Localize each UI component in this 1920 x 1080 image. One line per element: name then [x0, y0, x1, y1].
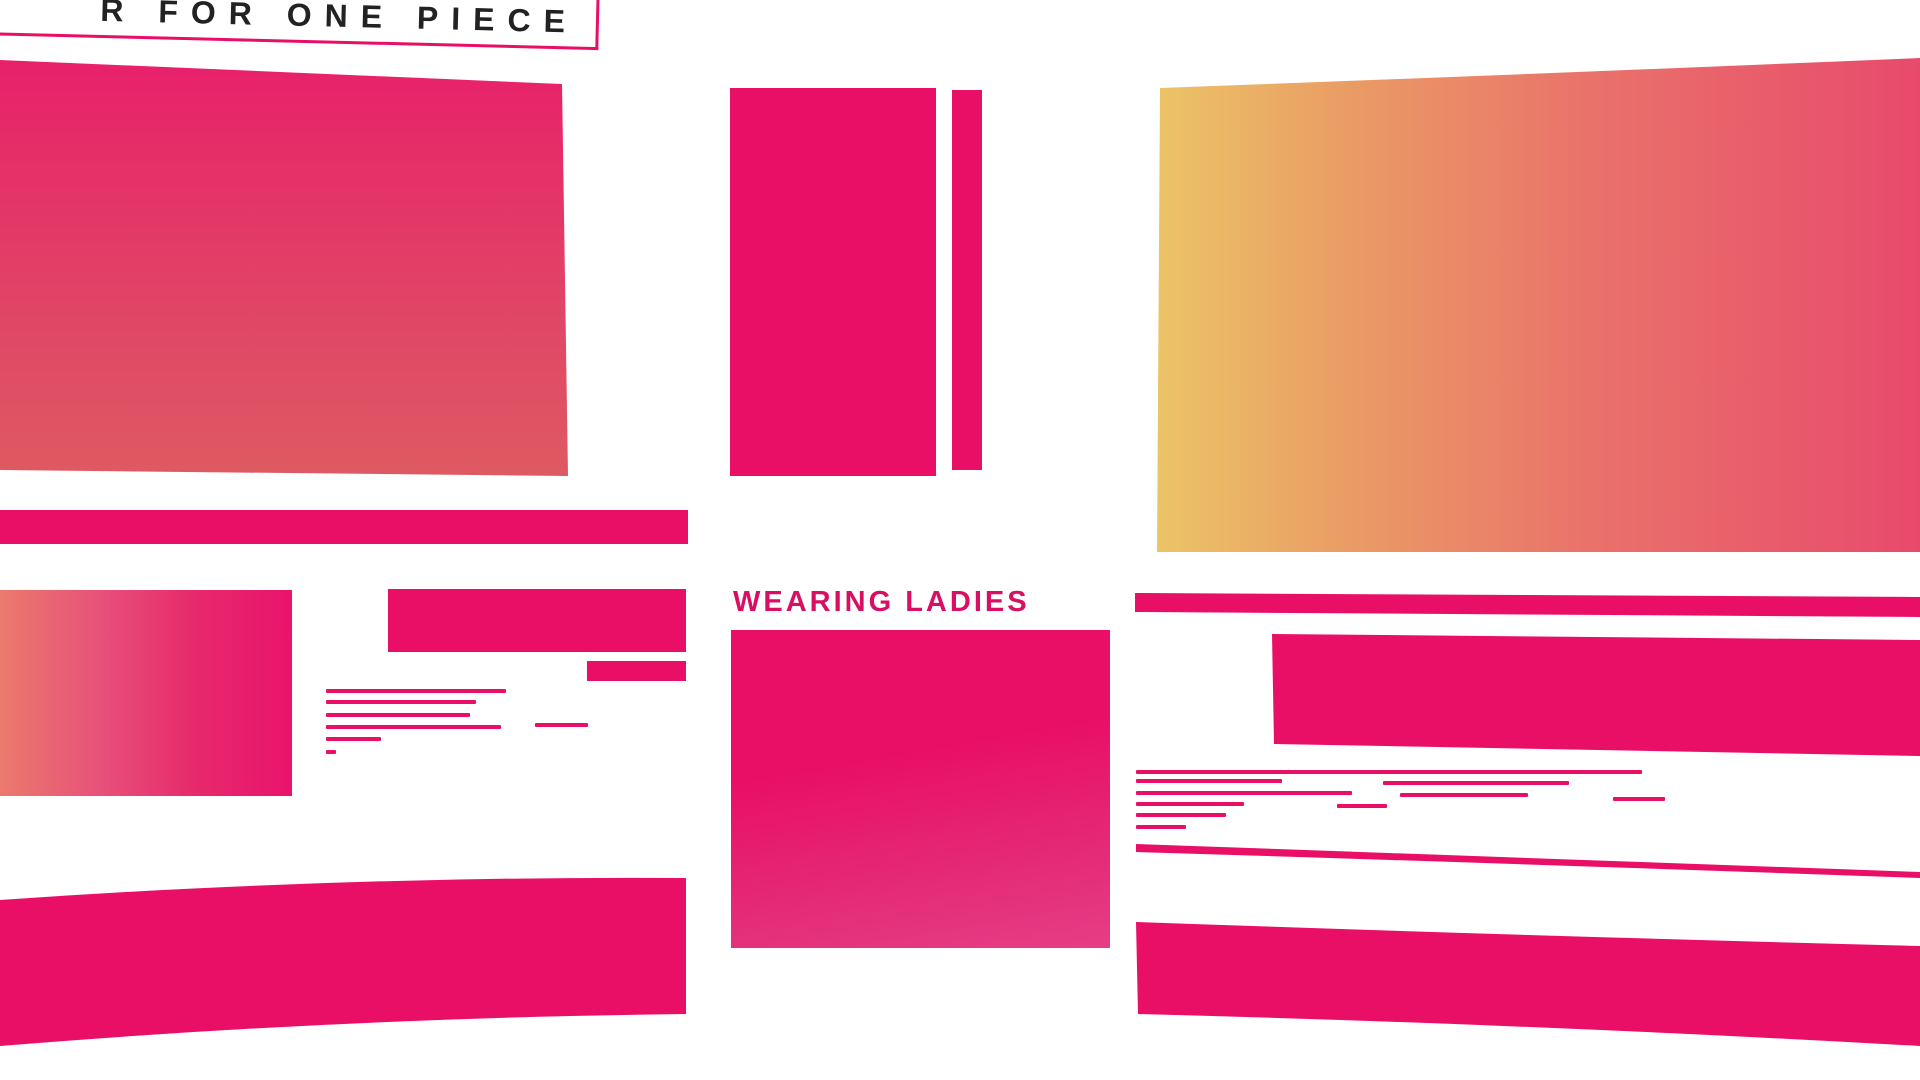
left-text-line	[326, 689, 506, 693]
left-title-block	[388, 589, 686, 652]
center-square-image	[731, 630, 1110, 948]
left-text-line	[326, 737, 381, 741]
left-text-line	[535, 723, 588, 727]
right-divider-line	[1136, 844, 1920, 878]
right-text-line	[1136, 825, 1186, 829]
left-text-line	[326, 725, 501, 729]
right-text-line	[1383, 781, 1569, 785]
bottom-right-bar	[1136, 922, 1920, 1046]
top-right-image-block	[1157, 58, 1920, 552]
section-heading: WEARING LADIES	[733, 586, 1030, 618]
bottom-left-bar	[0, 877, 686, 1046]
right-text-line	[1400, 793, 1528, 797]
right-top-thin-bar	[1135, 593, 1920, 617]
right-text-line	[1613, 797, 1665, 801]
left-horizontal-bar	[0, 510, 688, 544]
right-text-line	[1136, 770, 1642, 774]
right-text-line	[1136, 813, 1226, 817]
left-text-line	[326, 713, 470, 717]
center-narrow-strip	[952, 90, 982, 470]
left-small-tag	[587, 661, 686, 681]
top-left-image-block	[0, 60, 568, 476]
banner-text: R FOR ONE PIECE	[99, 0, 579, 40]
top-banner: R FOR ONE PIECE	[0, 0, 600, 51]
left-image-block	[0, 590, 292, 796]
collage-layout: R FOR ONE PIECE WEARING LADIES	[0, 0, 1920, 1080]
left-text-line	[326, 700, 476, 704]
right-text-line	[1136, 779, 1282, 783]
center-tall-panel	[730, 88, 936, 476]
right-text-line	[1136, 802, 1244, 806]
right-text-line	[1337, 804, 1387, 808]
right-text-block	[1272, 634, 1920, 756]
left-text-line	[326, 750, 336, 754]
right-text-line	[1136, 791, 1352, 795]
